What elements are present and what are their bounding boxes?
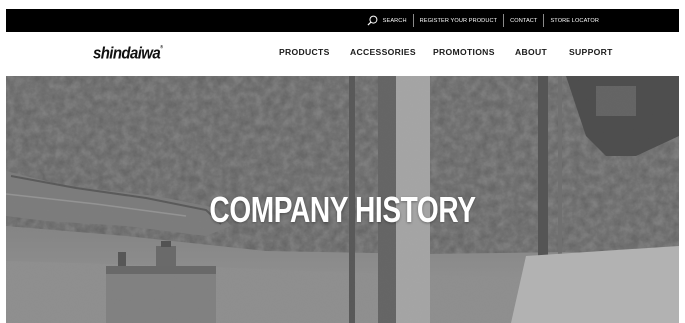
hero-banner: COMPANY HISTORY	[6, 76, 679, 323]
search-icon[interactable]	[367, 15, 378, 26]
nav-item-about[interactable]: ABOUT	[515, 47, 547, 57]
nav-item-promotions[interactable]: PROMOTIONS	[433, 47, 495, 57]
register-product-link[interactable]: REGISTER YOUR PRODUCT	[414, 18, 504, 24]
store-locator-link[interactable]: STORE LOCATOR	[544, 18, 605, 24]
nav-menu: PRODUCTS ACCESSORIES PROMOTIONS ABOUT SU…	[6, 47, 679, 63]
page-frame: SEARCH REGISTER YOUR PRODUCT CONTACT STO…	[6, 9, 679, 323]
search-link[interactable]: SEARCH	[361, 15, 413, 26]
hero-title: COMPANY HISTORY	[209, 189, 476, 230]
main-navigation: shindaiwa® PRODUCTS ACCESSORIES PROMOTIO…	[6, 32, 679, 76]
nav-item-products[interactable]: PRODUCTS	[279, 47, 330, 57]
store-locator-label[interactable]: STORE LOCATOR	[550, 18, 599, 24]
search-label[interactable]: SEARCH	[383, 18, 407, 24]
utility-links: SEARCH REGISTER YOUR PRODUCT CONTACT STO…	[361, 9, 605, 32]
contact-link[interactable]: CONTACT	[504, 18, 543, 24]
utility-bar: SEARCH REGISTER YOUR PRODUCT CONTACT STO…	[6, 9, 679, 32]
register-product-label[interactable]: REGISTER YOUR PRODUCT	[420, 18, 498, 24]
nav-item-accessories[interactable]: ACCESSORIES	[350, 47, 416, 57]
contact-label[interactable]: CONTACT	[510, 18, 537, 24]
nav-item-support[interactable]: SUPPORT	[569, 47, 613, 57]
